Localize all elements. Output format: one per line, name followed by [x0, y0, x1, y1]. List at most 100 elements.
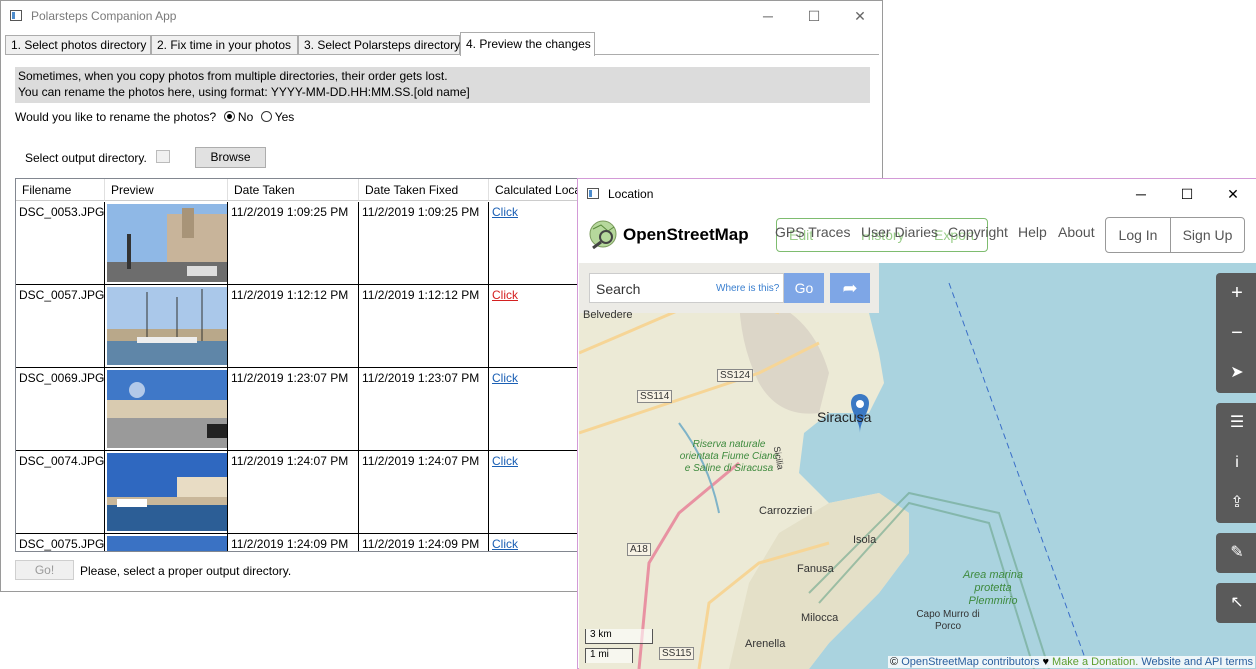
col-header-filename[interactable]: Filename [16, 179, 105, 201]
signup-button[interactable]: Sign Up [1170, 218, 1245, 252]
locate-icon[interactable]: ➤ [1216, 353, 1256, 393]
map-label-reserve: Riserva naturale orientata Fiume Ciane e… [679, 439, 779, 474]
road-shield-ss115: SS115 [659, 647, 695, 660]
col-header-date-fixed[interactable]: Date Taken Fixed [359, 179, 489, 201]
map-label-siracusa: Siracusa [817, 409, 872, 425]
map-tools: ☰ i ⇪ [1216, 403, 1256, 523]
status-text: Please, select a proper output directory… [80, 564, 292, 578]
share-icon[interactable]: ⇪ [1216, 483, 1256, 523]
where-is-this-link[interactable]: Where is this? [716, 283, 779, 294]
map-view[interactable]: Search Where is this? Go ➦ Belvedere SS1… [579, 263, 1256, 669]
date-fixed-cell: 11/2/2019 1:24:07 PM [359, 451, 489, 534]
close-button[interactable]: ✕ [1210, 179, 1256, 209]
location-link[interactable]: Click [492, 205, 518, 219]
road-shield-ss114: SS114 [637, 390, 673, 403]
tab-preview-changes[interactable]: 4. Preview the changes [460, 32, 595, 56]
col-header-date-taken[interactable]: Date Taken [228, 179, 359, 201]
app-icon [10, 10, 22, 21]
donate-link[interactable]: Make a Donation. [1052, 656, 1138, 668]
login-button[interactable]: Log In [1106, 218, 1171, 252]
search-go-button[interactable]: Go [784, 273, 824, 303]
tab-fix-time[interactable]: 2. Fix time in your photos [151, 35, 298, 55]
col-header-location[interactable]: Calculated Location [489, 179, 584, 201]
photo-thumbnail [107, 287, 227, 365]
nav-about[interactable]: About [1058, 224, 1095, 240]
map-label-belvedere: Belvedere [583, 309, 633, 321]
attribution-prefix: © [890, 656, 899, 668]
table-row[interactable]: DSC_0074.JPG 11/2/2019 1:24:07 PM 11/2/2… [16, 451, 584, 534]
preview-cell [105, 451, 228, 534]
road-shield-ss124: SS124 [717, 369, 754, 382]
zoom-out-icon[interactable]: − [1216, 313, 1256, 353]
nav-help[interactable]: Help [1018, 224, 1047, 240]
rename-yes-label[interactable]: Yes [275, 110, 295, 124]
window-title: Polarsteps Companion App [31, 9, 177, 23]
info-line: Sometimes, when you copy photos from mul… [18, 69, 448, 83]
rename-yes-radio[interactable] [260, 111, 272, 122]
maximize-button[interactable]: ☐ [1164, 179, 1210, 209]
table-row[interactable]: DSC_0053.JPG 11/2/2019 1:09:25 PM 11/2/2… [16, 202, 584, 285]
attribution-link[interactable]: OpenStreetMap contributors [901, 656, 1039, 668]
search-placeholder: Search [596, 281, 641, 297]
table-row[interactable]: DSC_0057.JPG 11/2/2019 1:12:12 PM 11/2/2… [16, 285, 584, 368]
tab-select-photos[interactable]: 1. Select photos directory [5, 35, 151, 55]
rename-no-radio[interactable] [223, 111, 235, 122]
preview-cell [105, 202, 228, 285]
go-button[interactable]: Go! [15, 560, 74, 580]
search-input[interactable]: Search Where is this? [589, 273, 784, 303]
preview-cell [105, 534, 228, 551]
date-taken-cell: 11/2/2019 1:24:09 PM [228, 534, 359, 551]
table-row[interactable]: DSC_0069.JPG 11/2/2019 1:23:07 PM 11/2/2… [16, 368, 584, 451]
location-link[interactable]: Click [492, 288, 518, 302]
photos-grid: Filename Preview Date Taken Date Taken F… [15, 178, 585, 552]
filename-cell: DSC_0057.JPG [16, 285, 105, 368]
directions-icon[interactable]: ➦ [830, 273, 870, 303]
output-checkbox[interactable] [156, 150, 170, 163]
search-panel: Search Where is this? Go ➦ [579, 263, 879, 313]
filename-cell: DSC_0053.JPG [16, 202, 105, 285]
location-cell: Click [489, 368, 584, 451]
osm-logo-icon[interactable] [588, 219, 618, 249]
col-header-preview[interactable]: Preview [105, 179, 228, 201]
table-row[interactable]: DSC_0075.JPG 11/2/2019 1:24:09 PM 11/2/2… [16, 534, 584, 551]
note-tool: ✎ [1216, 533, 1256, 573]
info-icon[interactable]: i [1216, 443, 1256, 483]
date-taken-cell: 11/2/2019 1:09:25 PM [228, 202, 359, 285]
nav-user-diaries[interactable]: User Diaries [861, 224, 938, 240]
map-label-area-marina: Area marina protetta Plemmirio [963, 569, 1023, 607]
window-title: Location [608, 187, 654, 201]
maximize-button[interactable]: ☐ [791, 1, 837, 31]
add-note-icon[interactable]: ✎ [1216, 533, 1256, 573]
nav-gps-traces[interactable]: GPS Traces [775, 224, 850, 240]
location-cell: Click [489, 285, 584, 368]
zoom-in-icon[interactable]: + [1216, 273, 1256, 313]
rename-no-label[interactable]: No [238, 110, 253, 124]
minimize-button[interactable]: ─ [745, 1, 791, 31]
tab-select-polarsteps[interactable]: 3. Select Polarsteps directory [298, 35, 460, 55]
location-link[interactable]: Click [492, 371, 518, 385]
heart-icon: ♥ [1042, 656, 1049, 668]
nav-copyright[interactable]: Copyright [948, 224, 1008, 240]
terms-link[interactable]: Website and API terms [1141, 656, 1253, 668]
browse-button[interactable]: Browse [195, 147, 266, 168]
layers-icon[interactable]: ☰ [1216, 403, 1256, 443]
date-taken-cell: 11/2/2019 1:23:07 PM [228, 368, 359, 451]
minimize-button[interactable]: ─ [1118, 179, 1164, 209]
location-link[interactable]: Click [492, 537, 518, 551]
location-link[interactable]: Click [492, 454, 518, 468]
location-window: Location ─ ☐ ✕ OpenStreetMap Edit Histor… [577, 178, 1256, 669]
rename-row: Would you like to rename the photos? No … [15, 110, 294, 124]
info-line: You can rename the photos here, using fo… [18, 85, 470, 99]
date-fixed-cell: 11/2/2019 1:24:09 PM [359, 534, 489, 551]
date-fixed-cell: 11/2/2019 1:09:25 PM [359, 202, 489, 285]
query-features-icon[interactable]: ↖ [1216, 583, 1256, 623]
osm-brand[interactable]: OpenStreetMap [623, 225, 749, 245]
rename-question: Would you like to rename the photos? [15, 110, 217, 124]
filename-cell: DSC_0069.JPG [16, 368, 105, 451]
close-button[interactable]: ✕ [837, 1, 883, 31]
map-label-carrozzieri: Carrozzieri [759, 505, 813, 517]
date-fixed-cell: 11/2/2019 1:12:12 PM [359, 285, 489, 368]
location-cell: Click [489, 202, 584, 285]
filename-cell: DSC_0074.JPG [16, 451, 105, 534]
attribution: © OpenStreetMap contributors ♥ Make a Do… [888, 656, 1255, 668]
